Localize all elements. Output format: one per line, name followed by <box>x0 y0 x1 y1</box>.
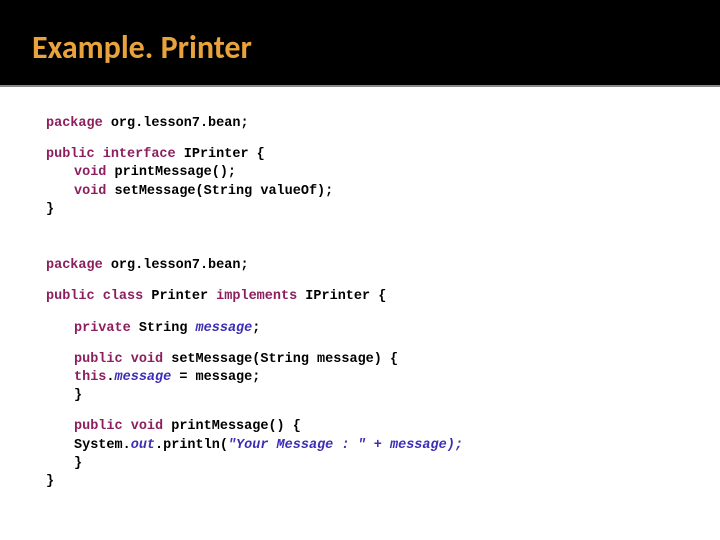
plus-op: + <box>366 438 390 453</box>
keyword-void: void <box>74 165 106 180</box>
code-line: void printMessage(); <box>46 164 720 182</box>
code-line: public class Printer implements IPrinter… <box>46 288 720 306</box>
keyword-public: public <box>74 352 123 367</box>
code-line: this.message = message; <box>46 369 720 387</box>
println-open: .println( <box>155 438 228 453</box>
field-message: message <box>196 321 253 336</box>
code-content: package org.lesson7.bean; public interfa… <box>0 87 720 491</box>
keyword-void: void <box>74 184 106 199</box>
keyword-void: void <box>131 419 163 434</box>
method-sig: printMessage(); <box>115 165 237 180</box>
system: System. <box>74 438 131 453</box>
code-line: } <box>46 387 720 405</box>
code-line: void setMessage(String valueOf); <box>46 183 720 201</box>
keyword-this: this <box>74 370 106 385</box>
keyword-implements: implements <box>216 289 297 304</box>
keyword-package: package <box>46 258 103 273</box>
keyword-public: public <box>74 419 123 434</box>
code-line: } <box>46 201 720 219</box>
assign-rest: = message; <box>171 370 260 385</box>
class-name: Printer <box>151 289 208 304</box>
field-message: message <box>115 370 172 385</box>
code-line: public void printMessage() { <box>46 418 720 436</box>
code-line: private String message; <box>46 320 720 338</box>
implements-name: IPrinter { <box>305 289 386 304</box>
slide-header: Example. Printer <box>0 0 720 87</box>
code-line: System.out.println("Your Message : " + m… <box>46 437 720 455</box>
semicolon: ; <box>252 321 260 336</box>
method-sig: setMessage(String valueOf); <box>115 184 334 199</box>
method-sig: printMessage() { <box>171 419 301 434</box>
keyword-interface: interface <box>103 147 176 162</box>
method-sig: setMessage(String message) { <box>171 352 398 367</box>
code-line: } <box>46 473 720 491</box>
keyword-public: public <box>46 289 95 304</box>
code-line: public void setMessage(String message) { <box>46 351 720 369</box>
keyword-package: package <box>46 116 103 131</box>
field-out: out <box>131 438 155 453</box>
slide-title: Example. Printer <box>32 28 720 67</box>
keyword-class: class <box>103 289 144 304</box>
keyword-void: void <box>131 352 163 367</box>
package-name: org.lesson7.bean; <box>111 116 249 131</box>
dot: . <box>106 370 114 385</box>
interface-name: IPrinter { <box>184 147 265 162</box>
println-close: ); <box>447 438 463 453</box>
code-line: public interface IPrinter { <box>46 146 720 164</box>
string-literal: "Your Message : " <box>228 438 366 453</box>
type-string: String <box>139 321 188 336</box>
code-line: package org.lesson7.bean; <box>46 257 720 275</box>
code-block-class: package org.lesson7.bean; public class P… <box>46 257 720 491</box>
code-line: } <box>46 455 720 473</box>
keyword-public: public <box>46 147 95 162</box>
code-line: package org.lesson7.bean; <box>46 115 720 133</box>
code-block-interface: package org.lesson7.bean; public interfa… <box>46 115 720 219</box>
field-message: message <box>390 438 447 453</box>
keyword-private: private <box>74 321 131 336</box>
package-name: org.lesson7.bean; <box>111 258 249 273</box>
